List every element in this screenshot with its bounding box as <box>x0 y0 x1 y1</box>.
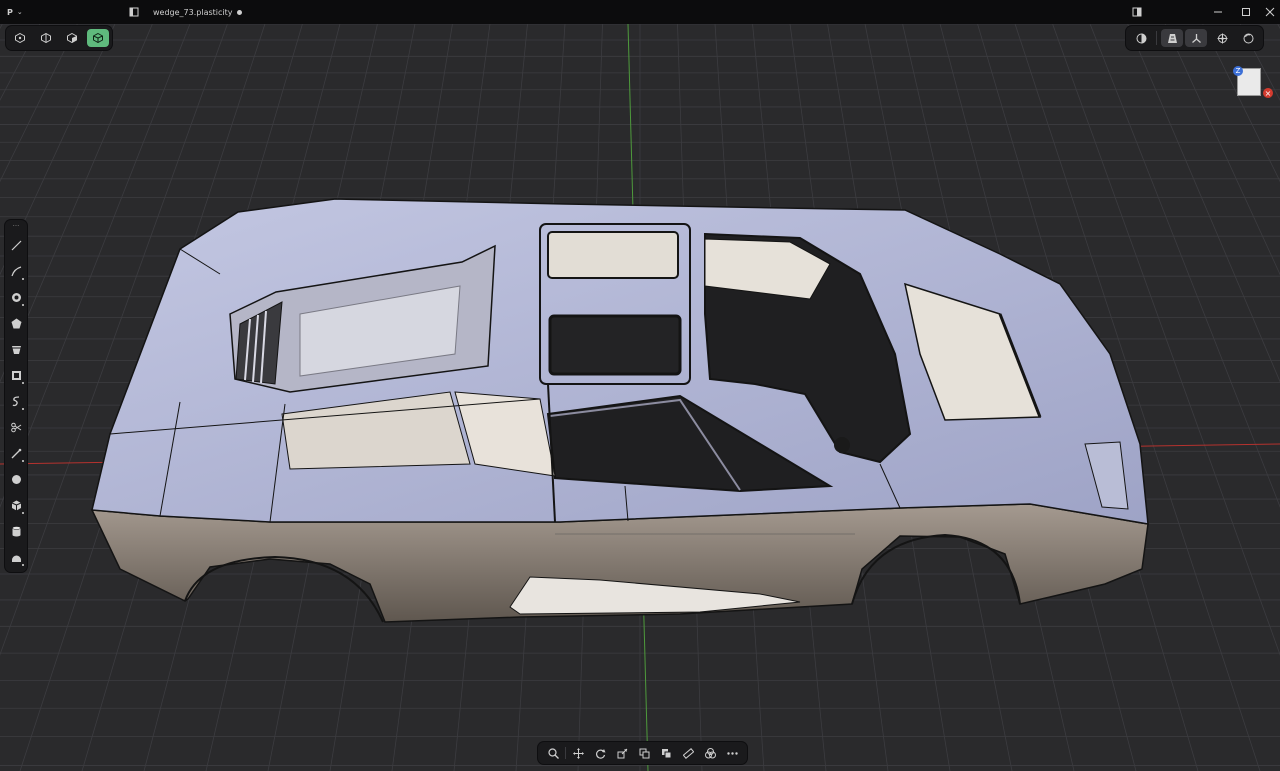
face-icon <box>67 33 77 43</box>
polygon-icon <box>11 318 21 328</box>
close-icon[interactable]: × <box>1263 88 1273 98</box>
z-axis-indicator[interactable]: Z <box>1233 66 1243 76</box>
layers-icon <box>704 747 716 758</box>
cut-icon <box>10 422 21 432</box>
measure-icon <box>682 747 694 759</box>
circle-tool-button[interactable] <box>7 284 25 310</box>
file-name: wedge_73.plasticity <box>153 7 233 17</box>
vertex-icon <box>15 33 25 43</box>
rectangle-tool-button[interactable] <box>7 362 25 388</box>
roof-opening-rear <box>548 314 682 376</box>
rectangle-icon <box>11 370 21 380</box>
solid-mode-button[interactable] <box>87 29 109 47</box>
scale-icon <box>617 748 627 758</box>
extrude-tool-button[interactable] <box>7 336 25 362</box>
measure-button[interactable] <box>677 744 699 762</box>
navigation-cube[interactable]: Z × <box>1231 64 1275 100</box>
pen-icon <box>11 448 21 458</box>
selection-mode-toolbar <box>6 26 112 50</box>
drag-handle-icon[interactable]: ··· <box>13 222 20 232</box>
close-icon[interactable] <box>1265 0 1275 24</box>
dome-tool-button[interactable] <box>7 544 25 570</box>
viewport-canvas[interactable] <box>0 24 1280 771</box>
cylinder-tool-button[interactable] <box>7 518 25 544</box>
layers-button[interactable] <box>699 744 721 762</box>
duplicate-button[interactable] <box>633 744 655 762</box>
render-icon <box>1243 33 1253 43</box>
render-mode-button[interactable] <box>1237 29 1259 47</box>
app-menu[interactable]: P ⌄ <box>7 0 23 24</box>
line-tool-button[interactable] <box>7 232 25 258</box>
sphere-tool-button[interactable] <box>7 466 25 492</box>
extrude-icon <box>11 345 21 354</box>
3d-viewport[interactable]: Z × ··· <box>0 24 1280 771</box>
solid-icon <box>93 33 103 43</box>
pen-tool-button[interactable] <box>7 440 25 466</box>
unsaved-indicator-icon <box>236 9 242 15</box>
duplicate-icon <box>639 748 649 758</box>
minimize-icon[interactable] <box>1213 0 1223 24</box>
sphere-icon <box>11 474 21 484</box>
box-icon <box>11 500 21 510</box>
cylinder-icon <box>11 525 21 536</box>
move-icon <box>572 747 584 759</box>
creation-toolbar: ··· <box>5 220 27 572</box>
app-logo: P <box>7 7 13 17</box>
polygon-tool-button[interactable] <box>7 310 25 336</box>
boolean-icon <box>661 748 671 758</box>
dome-icon <box>11 555 21 562</box>
more-icon <box>726 751 738 755</box>
xray-icon <box>1136 33 1146 43</box>
roof-opening-front <box>547 231 679 279</box>
overlay-icon <box>1217 33 1227 43</box>
rotate-button[interactable] <box>589 744 611 762</box>
curve-icon <box>10 265 21 276</box>
file-tab[interactable]: wedge_73.plasticity <box>153 0 242 24</box>
view-options-toolbar <box>1126 26 1263 50</box>
spiral-tool-button[interactable] <box>7 388 25 414</box>
axes-mode-button[interactable] <box>1185 29 1207 47</box>
title-bar: P ⌄ wedge_73.plasticity <box>0 0 1280 25</box>
move-button[interactable] <box>567 744 589 762</box>
search-button[interactable] <box>542 744 564 762</box>
chevron-down-icon: ⌄ <box>16 8 23 16</box>
panel-toggle-icon[interactable] <box>1132 0 1142 24</box>
curve-tool-button[interactable] <box>7 258 25 284</box>
cut-tool-button[interactable] <box>7 414 25 440</box>
box-tool-button[interactable] <box>7 492 25 518</box>
vertex-mode-button[interactable] <box>9 29 31 47</box>
shaded-icon <box>1167 33 1177 43</box>
edge-mode-button[interactable] <box>35 29 57 47</box>
more-button[interactable] <box>721 744 743 762</box>
scale-button[interactable] <box>611 744 633 762</box>
spiral-icon <box>12 395 19 406</box>
shaded-mode-button[interactable] <box>1161 29 1183 47</box>
search-icon <box>547 747 559 759</box>
overlay-mode-button[interactable] <box>1211 29 1233 47</box>
rotate-icon <box>595 748 605 759</box>
edge-icon <box>41 33 51 43</box>
xray-toggle-button[interactable] <box>1130 29 1152 47</box>
axes-icon <box>1191 33 1201 43</box>
command-toolbar <box>538 742 747 764</box>
maximize-icon[interactable] <box>1241 0 1251 24</box>
circle-icon <box>11 292 21 302</box>
sidebar-toggle-icon[interactable] <box>129 0 139 24</box>
boolean-button[interactable] <box>655 744 677 762</box>
face-mode-button[interactable] <box>61 29 83 47</box>
line-icon <box>11 240 21 250</box>
